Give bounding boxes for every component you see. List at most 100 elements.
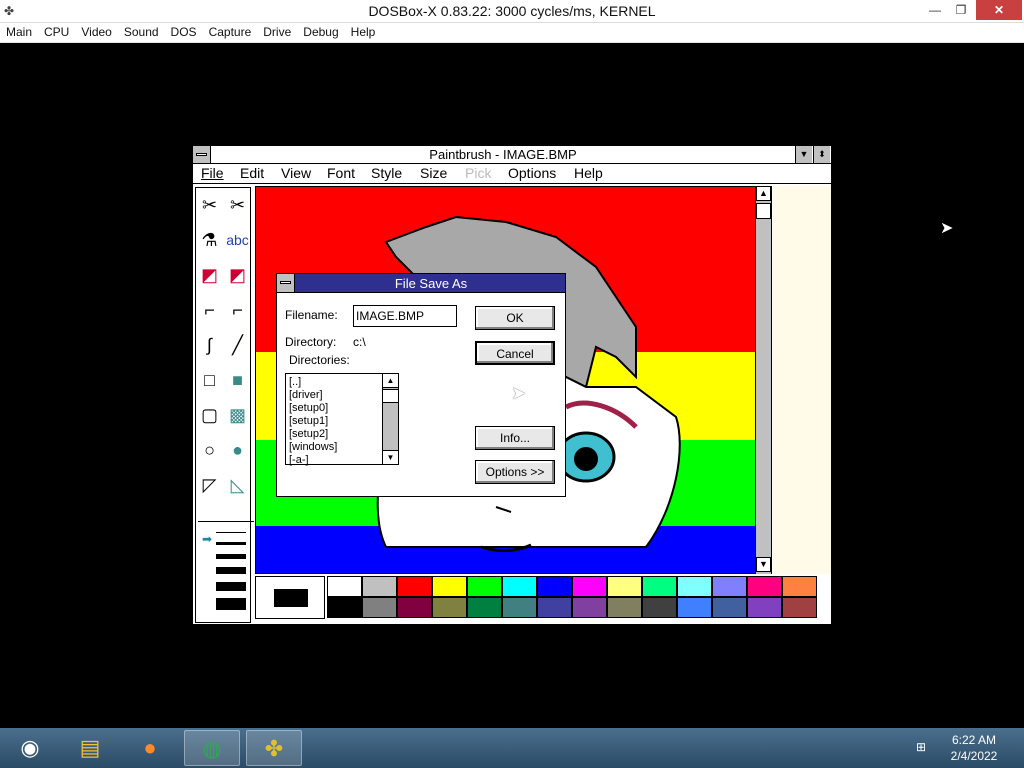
text-tool-icon[interactable]: abc <box>224 223 251 257</box>
palette-swatch[interactable] <box>327 597 362 618</box>
pb-menu-options[interactable]: Options <box>508 165 556 181</box>
menu-sound[interactable]: Sound <box>118 23 165 41</box>
palette-swatch[interactable] <box>747 576 782 597</box>
palette-swatch[interactable] <box>677 576 712 597</box>
palette-swatch[interactable] <box>572 597 607 618</box>
palette-swatch[interactable] <box>782 597 817 618</box>
pb-menu-view[interactable]: View <box>281 165 311 181</box>
line-width-5[interactable] <box>216 582 246 591</box>
palette-swatch[interactable] <box>397 597 432 618</box>
palette-swatch[interactable] <box>467 576 502 597</box>
scissors-pick-icon[interactable]: ✂ <box>196 188 223 222</box>
pb-menu-edit[interactable]: Edit <box>240 165 264 181</box>
line-width-3[interactable] <box>216 554 246 559</box>
pb-menu-style[interactable]: Style <box>371 165 402 181</box>
menu-cpu[interactable]: CPU <box>38 23 75 41</box>
list-scroll-up-icon[interactable]: ▲ <box>383 374 398 388</box>
pb-menu-font[interactable]: Font <box>327 165 355 181</box>
info-button[interactable]: Info... <box>475 426 555 450</box>
list-scroll-thumb[interactable] <box>383 389 398 403</box>
polygon-tool-icon[interactable]: ◸ <box>196 468 223 502</box>
palette-swatch[interactable] <box>607 597 642 618</box>
palette-swatch[interactable] <box>642 597 677 618</box>
airbrush-icon[interactable]: ⚗ <box>196 223 223 257</box>
line-width-2[interactable] <box>216 542 246 545</box>
line-width-6[interactable] <box>216 598 246 610</box>
palette-swatch[interactable] <box>572 576 607 597</box>
palette-swatch[interactable] <box>432 597 467 618</box>
palette-swatch[interactable] <box>502 597 537 618</box>
cancel-button[interactable]: Cancel <box>475 341 555 365</box>
menu-drive[interactable]: Drive <box>257 23 297 41</box>
circle-tool-icon[interactable]: ○ <box>196 433 223 467</box>
palette-swatch[interactable] <box>642 576 677 597</box>
ok-button[interactable]: OK <box>475 306 555 330</box>
palette-swatch[interactable] <box>397 576 432 597</box>
paint-roller-icon[interactable]: ⌐ <box>196 293 223 327</box>
menu-dos[interactable]: DOS <box>165 23 203 41</box>
palette-swatch[interactable] <box>502 576 537 597</box>
current-color-indicator <box>255 576 325 619</box>
canvas-vertical-scrollbar[interactable]: ▲ ▼ <box>755 186 771 574</box>
pb-menu-pick[interactable]: Pick <box>465 165 491 181</box>
filled-box-tool-icon[interactable]: ■ <box>224 363 251 397</box>
palette-swatch[interactable] <box>782 576 817 597</box>
palette-swatch[interactable] <box>712 597 747 618</box>
color-eraser-icon[interactable]: ◩ <box>196 258 223 292</box>
clock[interactable]: 6:22 AM 2/4/2022 <box>936 732 1012 764</box>
rounded-box-tool-icon[interactable]: ▢ <box>196 398 223 432</box>
dialog-system-menu-box[interactable] <box>277 274 295 292</box>
network-tray-icon[interactable]: ⊞ <box>916 740 926 754</box>
palette-swatch[interactable] <box>537 597 572 618</box>
line-tool-icon[interactable]: ╱ <box>224 328 251 362</box>
menu-main[interactable]: Main <box>0 23 38 41</box>
scroll-up-arrow-icon[interactable]: ▲ <box>756 186 771 201</box>
directories-listbox[interactable]: [..] [driver] [setup0] [setup1] [setup2]… <box>285 373 399 466</box>
maximize-arrow-button[interactable]: ⬍ <box>813 146 830 163</box>
scroll-down-arrow-icon[interactable]: ▼ <box>756 557 771 572</box>
palette-swatch[interactable] <box>747 597 782 618</box>
pb-menu-file[interactable]: File <box>201 165 224 181</box>
brush-icon[interactable]: ⌐ <box>224 293 251 327</box>
menu-video[interactable]: Video <box>75 23 117 41</box>
file-explorer-icon[interactable]: ▤ <box>62 730 118 766</box>
scissors-icon[interactable]: ✂ <box>224 188 251 222</box>
palette-swatch[interactable] <box>467 597 502 618</box>
options-button[interactable]: Options >> <box>475 460 555 484</box>
chrome-icon[interactable]: ◍ <box>184 730 240 766</box>
palette-swatch[interactable] <box>432 576 467 597</box>
filename-input[interactable] <box>353 305 457 327</box>
palette-swatch[interactable] <box>607 576 642 597</box>
pb-menu-size[interactable]: Size <box>420 165 447 181</box>
filled-polygon-tool-icon[interactable]: ◺ <box>224 468 251 502</box>
palette-swatch[interactable] <box>537 576 572 597</box>
palette-swatch[interactable] <box>712 576 747 597</box>
dosbox-icon[interactable]: ✤ <box>246 730 302 766</box>
minimize-arrow-button[interactable]: ▼ <box>795 146 812 163</box>
palette-swatch[interactable] <box>327 576 362 597</box>
line-width-4[interactable] <box>216 567 246 574</box>
box-tool-icon[interactable]: □ <box>196 363 223 397</box>
firefox-icon[interactable]: ● <box>122 730 178 766</box>
menu-help[interactable]: Help <box>345 23 382 41</box>
directories-scrollbar[interactable]: ▲ ▼ <box>382 374 398 464</box>
menu-capture[interactable]: Capture <box>203 23 258 41</box>
restore-button[interactable]: ❐ <box>948 0 974 20</box>
palette-swatch[interactable] <box>362 597 397 618</box>
curve-tool-icon[interactable]: ∫ <box>196 328 223 362</box>
host-window-title: DOSBox-X 0.83.22: 3000 cycles/ms, KERNEL <box>368 3 656 19</box>
current-color-swatch <box>274 589 308 607</box>
close-button[interactable]: ✕ <box>976 0 1022 20</box>
pb-menu-help[interactable]: Help <box>574 165 603 181</box>
menu-debug[interactable]: Debug <box>297 23 344 41</box>
eraser-icon[interactable]: ◩ <box>224 258 251 292</box>
start-orb-icon[interactable]: ◉ <box>2 730 58 766</box>
filled-rounded-box-tool-icon[interactable]: ▩ <box>224 398 251 432</box>
palette-swatch[interactable] <box>362 576 397 597</box>
list-scroll-down-icon[interactable]: ▼ <box>383 450 398 464</box>
filled-circle-tool-icon[interactable]: ● <box>224 433 251 467</box>
palette-swatch[interactable] <box>677 597 712 618</box>
scroll-thumb[interactable] <box>756 203 771 219</box>
minimize-button[interactable]: — <box>922 0 948 20</box>
line-width-1[interactable] <box>216 532 246 533</box>
